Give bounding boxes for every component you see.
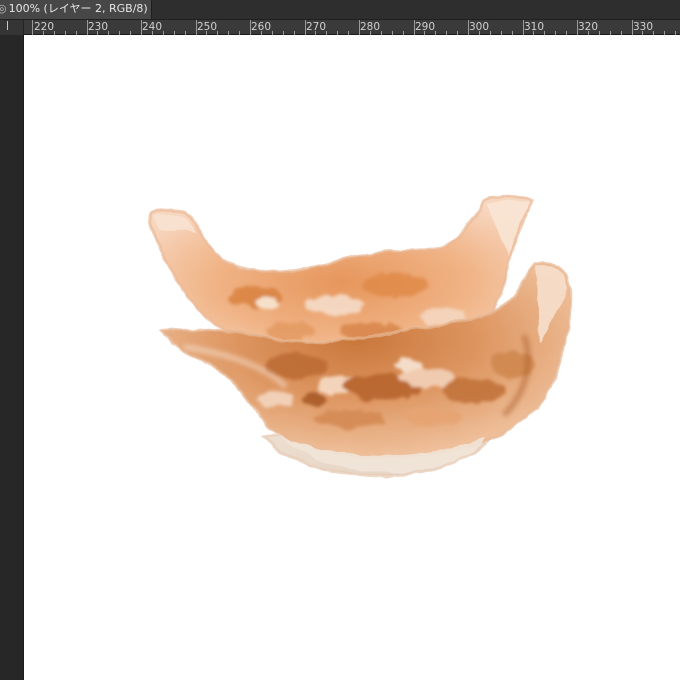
ruler-label: 230 xyxy=(88,21,109,33)
ruler-label: 220 xyxy=(34,21,55,33)
ruler-label: 270 xyxy=(306,21,327,33)
ruler-label: 280 xyxy=(360,21,381,33)
vertical-ruler[interactable] xyxy=(0,35,24,680)
ruler-label: 330 xyxy=(633,21,654,33)
photoshop-window: ◎100% (レイヤー 2, RGB/8) 220 230 240 250 26… xyxy=(0,0,680,680)
document-tab-title: 100% (レイヤー 2, RGB/8) xyxy=(8,2,148,15)
tab-close-icon[interactable]: ◎ xyxy=(0,0,7,18)
ruler-origin-corner[interactable] xyxy=(0,20,24,35)
document-tab[interactable]: ◎100% (レイヤー 2, RGB/8) xyxy=(0,0,152,19)
ruler-label: 250 xyxy=(197,21,218,33)
ruler-label: 300 xyxy=(469,21,490,33)
ruler-label: 320 xyxy=(578,21,599,33)
ruler-label: 240 xyxy=(142,21,163,33)
ruler-label: 290 xyxy=(415,21,436,33)
horizontal-ruler-row: 220 230 240 250 260 270 280 290 300 310 … xyxy=(0,19,680,35)
document-canvas[interactable] xyxy=(24,35,680,680)
document-tab-strip: ◎100% (レイヤー 2, RGB/8) xyxy=(0,0,680,19)
ruler-origin-icon xyxy=(7,21,8,30)
horizontal-ruler[interactable]: 220 230 240 250 260 270 280 290 300 310 … xyxy=(24,20,680,35)
ruler-label: 310 xyxy=(524,21,545,33)
dumpling-painting xyxy=(149,194,572,478)
ruler-label: 260 xyxy=(251,21,272,33)
